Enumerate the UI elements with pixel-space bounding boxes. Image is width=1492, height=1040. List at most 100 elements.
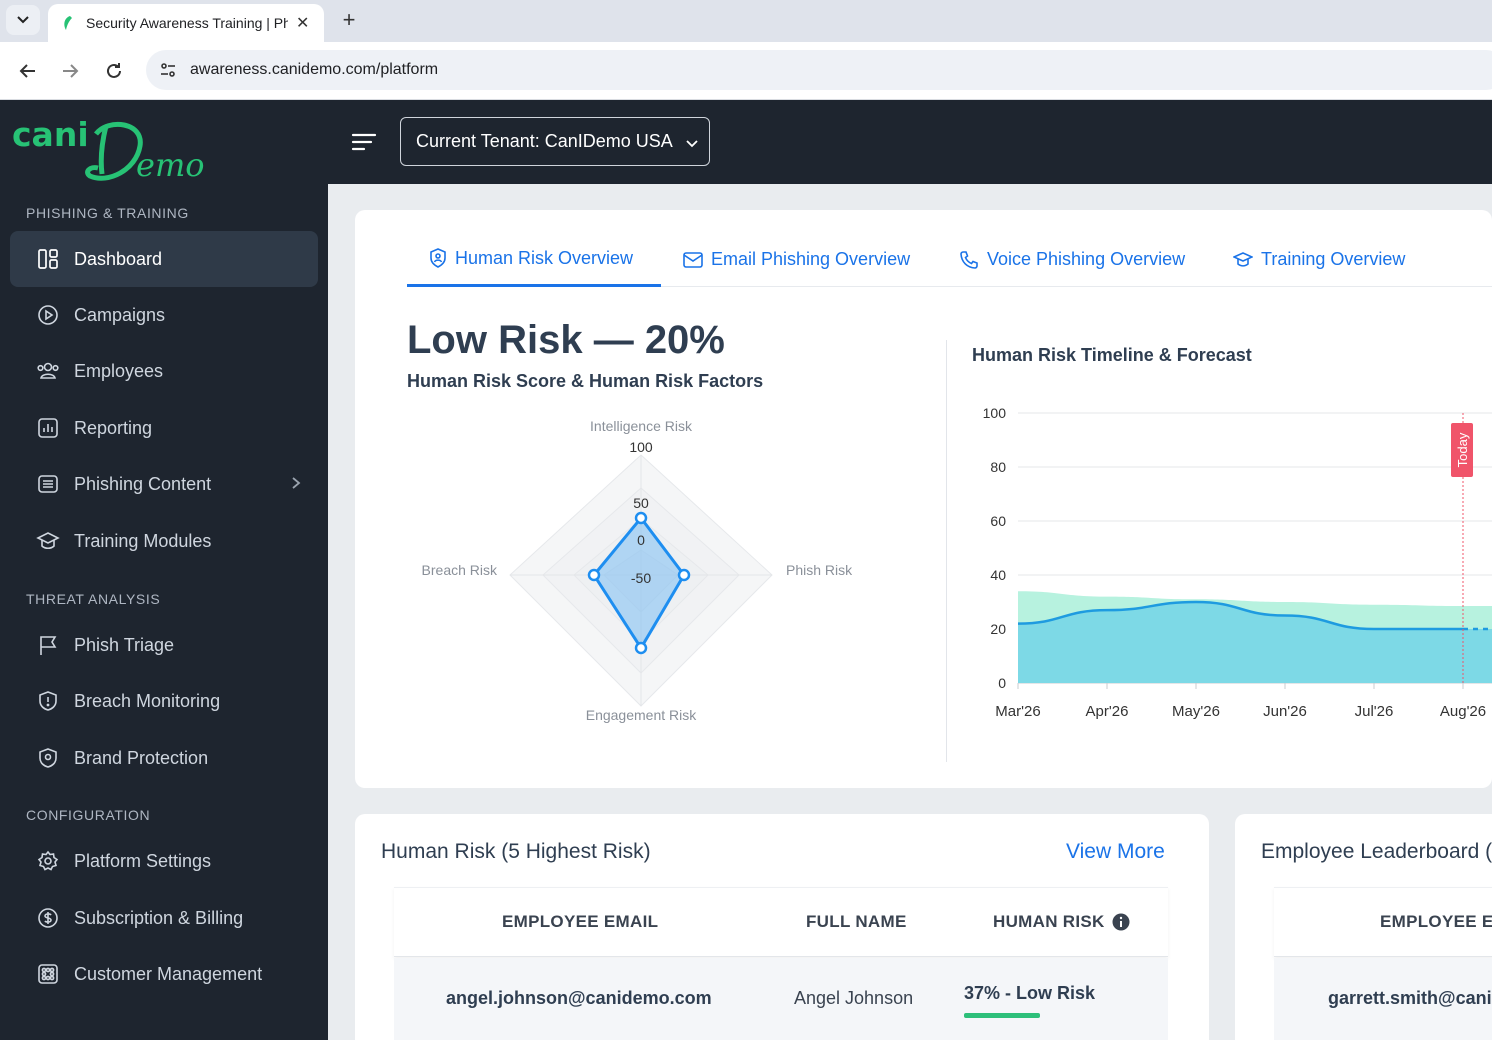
overview-divider bbox=[946, 340, 947, 762]
risk-score-title: Low Risk — 20% bbox=[407, 318, 725, 362]
tenant-select[interactable]: Current Tenant: CanIDemo USA bbox=[400, 117, 710, 166]
flag-icon bbox=[36, 633, 60, 657]
view-more-link[interactable]: View More bbox=[1066, 840, 1165, 864]
human-risk-table-header: EMPLOYEE EMAIL FULL NAME HUMAN RISK bbox=[394, 887, 1168, 957]
tenant-select-label: Current Tenant: CanIDemo USA bbox=[416, 131, 673, 151]
gear-icon bbox=[36, 849, 60, 873]
overview-tabs: Human Risk Overview Email Phishing Overv… bbox=[407, 232, 1492, 287]
new-tab-button[interactable]: + bbox=[336, 6, 362, 34]
canidemo-logo[interactable]: cani emo bbox=[12, 112, 212, 184]
menu-toggle-button[interactable] bbox=[350, 130, 378, 154]
browser-toolbar: awareness.canidemo.com/platform bbox=[0, 42, 1492, 100]
shield-user-icon bbox=[430, 248, 446, 268]
risk-timeline-chart: 0 20 40 60 80 100 Mar'26 Apr'26 May'26 Jun'26 Jul'… bbox=[983, 405, 1492, 720]
leaderboard-table-header: EMPLOYEE EM bbox=[1274, 887, 1492, 957]
radar-axis-label-breach: Breach Risk bbox=[422, 562, 498, 578]
tab-title: Security Awareness Training | Ph bbox=[86, 15, 288, 31]
column-header-human-risk[interactable]: HUMAN RISK bbox=[993, 912, 1105, 932]
arrow-right-icon bbox=[63, 64, 79, 78]
x-tick-label: May'26 bbox=[1172, 703, 1220, 720]
svg-text:cani: cani bbox=[12, 115, 89, 154]
chevron-right-icon bbox=[292, 477, 301, 489]
radar-axis-label-engagement: Engagement Risk bbox=[586, 707, 698, 723]
radar-point-intelligence[interactable] bbox=[634, 511, 648, 525]
browser-tab[interactable]: Security Awareness Training | Ph ✕ bbox=[48, 4, 324, 42]
radar-tick-50: 50 bbox=[633, 495, 649, 511]
site-settings-icon[interactable] bbox=[158, 60, 178, 80]
browser-tab-bar: Security Awareness Training | Ph ✕ + bbox=[0, 0, 1492, 42]
sidebar-item-campaigns[interactable]: Campaigns bbox=[10, 287, 318, 343]
tab-training-overview[interactable]: Training Overview bbox=[1233, 232, 1405, 287]
employee-full-name: Angel Johnson bbox=[794, 988, 914, 1008]
reload-icon bbox=[107, 63, 121, 78]
close-tab-icon[interactable]: ✕ bbox=[296, 13, 309, 33]
radar-point-breach[interactable] bbox=[587, 568, 601, 582]
play-circle-icon bbox=[36, 303, 60, 327]
today-label: Today bbox=[1455, 432, 1470, 467]
y-tick-label: 100 bbox=[983, 405, 1007, 421]
column-header-full-name[interactable]: FULL NAME bbox=[806, 912, 907, 932]
risk-factors-radar-chart: Intelligence Risk Phish Risk Engagement … bbox=[422, 418, 854, 723]
radar-point-phish[interactable] bbox=[677, 568, 691, 582]
sidebar-item-label: Reporting bbox=[74, 417, 153, 438]
sidebar-section-configuration: CONFIGURATION bbox=[26, 807, 151, 823]
sidebar-item-label: Training Modules bbox=[74, 530, 212, 551]
chevron-down-icon bbox=[17, 16, 29, 24]
phone-icon bbox=[960, 250, 978, 269]
content-icon bbox=[36, 472, 60, 496]
tab-human-risk-overview[interactable]: Human Risk Overview bbox=[407, 232, 661, 287]
graduation-cap-icon bbox=[1233, 251, 1253, 267]
table-row[interactable]: angel.johnson@canidemo.com Angel Johnson… bbox=[394, 958, 1168, 1040]
y-tick-label: 0 bbox=[998, 675, 1006, 691]
tab-voice-phishing-overview[interactable]: Voice Phishing Overview bbox=[959, 232, 1185, 287]
table-row[interactable]: garrett.smith@cani bbox=[1274, 958, 1492, 1040]
sidebar-item-training-modules[interactable]: Training Modules bbox=[10, 513, 318, 569]
sidebar-item-label: Customer Management bbox=[74, 963, 263, 984]
sidebar-item-employees[interactable]: Employees bbox=[10, 343, 318, 399]
sidebar-item-platform-settings[interactable]: Platform Settings bbox=[10, 833, 318, 889]
address-bar[interactable]: awareness.canidemo.com/platform bbox=[146, 50, 1492, 90]
radar-axis-label-intelligence: Intelligence Risk bbox=[590, 418, 693, 434]
column-header-email[interactable]: EMPLOYEE EM bbox=[1380, 912, 1492, 932]
y-tick-label: 40 bbox=[990, 567, 1006, 583]
back-button[interactable] bbox=[15, 58, 41, 84]
tab-list-dropdown-button[interactable] bbox=[6, 5, 40, 35]
sidebar-item-label: Platform Settings bbox=[74, 850, 212, 871]
employee-email: garrett.smith@cani bbox=[1328, 988, 1492, 1008]
dollar-icon bbox=[36, 906, 60, 930]
x-tick-label: Mar'26 bbox=[995, 703, 1040, 720]
sidebar-item-phish-triage[interactable]: Phish Triage bbox=[10, 617, 318, 673]
radar-point-engagement[interactable] bbox=[634, 641, 648, 655]
chevron-down-icon bbox=[686, 140, 698, 148]
info-icon[interactable] bbox=[1112, 913, 1130, 931]
arrow-left-icon bbox=[19, 64, 35, 78]
sidebar-item-label: Breach Monitoring bbox=[74, 690, 221, 711]
radar-tick-100: 100 bbox=[629, 439, 653, 455]
sidebar-item-label: Employees bbox=[74, 360, 164, 381]
timeline-chart-title: Human Risk Timeline & Forecast bbox=[972, 345, 1252, 365]
sidebar-item-breach-monitoring[interactable]: Breach Monitoring bbox=[10, 673, 318, 729]
url-text: awareness.canidemo.com/platform bbox=[190, 61, 439, 78]
sidebar-item-label: Brand Protection bbox=[74, 747, 209, 768]
forward-button[interactable] bbox=[57, 58, 83, 84]
graduation-cap-icon bbox=[36, 529, 60, 553]
sidebar-item-label: Campaigns bbox=[74, 304, 166, 325]
sidebar-item-label: Subscription & Billing bbox=[74, 907, 244, 928]
sidebar-item-customer-management[interactable]: Customer Management bbox=[10, 946, 318, 1002]
tab-label: Voice Phishing Overview bbox=[987, 249, 1186, 269]
sidebar-section-phishing-training: PHISHING & TRAINING bbox=[26, 205, 189, 221]
sidebar-item-dashboard[interactable]: Dashboard bbox=[10, 231, 318, 287]
app-header bbox=[0, 100, 1492, 184]
sidebar-item-reporting[interactable]: Reporting bbox=[10, 400, 318, 456]
tab-label: Training Overview bbox=[1261, 249, 1406, 269]
sidebar-item-brand-protection[interactable]: Brand Protection bbox=[10, 730, 318, 786]
reload-button[interactable] bbox=[101, 58, 127, 84]
sidebar-item-phishing-content[interactable]: Phishing Content bbox=[10, 456, 318, 512]
y-tick-label: 80 bbox=[990, 459, 1006, 475]
sidebar-item-label: Phish Triage bbox=[74, 634, 175, 655]
column-header-email[interactable]: EMPLOYEE EMAIL bbox=[502, 912, 658, 932]
shield-alert-icon bbox=[36, 689, 60, 713]
tab-email-phishing-overview[interactable]: Email Phishing Overview bbox=[683, 232, 910, 287]
dashboard-icon bbox=[36, 247, 60, 271]
sidebar-item-subscription-billing[interactable]: Subscription & Billing bbox=[10, 890, 318, 946]
